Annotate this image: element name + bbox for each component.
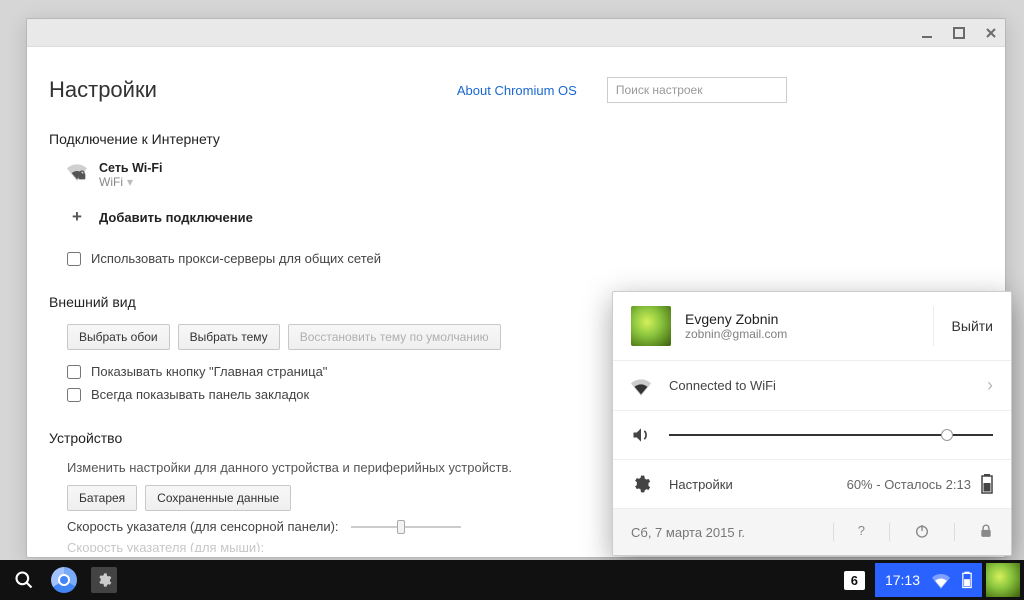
show-bookmarks-checkbox[interactable]: [67, 388, 81, 402]
avatar[interactable]: [631, 306, 671, 346]
tray-avatar[interactable]: [986, 563, 1020, 597]
show-home-label: Показывать кнопку "Главная страница": [91, 364, 327, 379]
proxy-checkbox[interactable]: [67, 252, 81, 266]
saved-data-button[interactable]: Сохраненные данные: [145, 485, 291, 511]
status-area[interactable]: 17:13: [875, 563, 982, 597]
mouse-speed-label: Скорость указателя (для мыши):: [67, 542, 264, 552]
section-internet-title: Подключение к Интернету: [49, 131, 983, 147]
settings-app-icon[interactable]: [84, 560, 124, 600]
reset-theme-button: Восстановить тему по умолчанию: [288, 324, 501, 350]
show-bookmarks-label: Всегда показывать панель закладок: [91, 387, 309, 402]
plus-icon: +: [67, 207, 87, 227]
lock-button[interactable]: [979, 523, 993, 541]
add-connection-row[interactable]: + Добавить подключение: [67, 207, 983, 227]
clock: 17:13: [885, 572, 920, 588]
wifi-tray-icon: [932, 571, 950, 589]
wifi-label: Сеть Wi-Fi: [99, 161, 163, 175]
volume-slider[interactable]: [669, 425, 993, 445]
chevron-down-icon: ▾: [127, 175, 133, 189]
minimize-button[interactable]: [921, 27, 933, 39]
wifi-icon: [631, 376, 651, 396]
wifi-sublabel: WiFi: [99, 175, 123, 189]
battery-icon: [981, 474, 993, 494]
page-title: Настройки: [49, 77, 157, 103]
wifi-network-row[interactable]: Сеть Wi-Fi WiFi ▾: [67, 161, 983, 189]
notification-badge[interactable]: 6: [844, 571, 865, 590]
shelf: 6 17:13: [0, 560, 1024, 600]
help-button[interactable]: ?: [858, 523, 865, 541]
chevron-right-icon: ›: [987, 375, 993, 396]
date-label: Сб, 7 марта 2015 г.: [631, 525, 745, 540]
maximize-button[interactable]: [953, 27, 965, 39]
gear-icon: [631, 474, 651, 494]
touchpad-speed-label: Скорость указателя (для сенсорной панели…: [67, 519, 339, 534]
settings-battery-row[interactable]: Настройки 60% - Осталось 2:13: [613, 460, 1011, 509]
launcher-search-button[interactable]: [4, 560, 44, 600]
battery-button[interactable]: Батарея: [67, 485, 137, 511]
touchpad-speed-slider[interactable]: [351, 520, 461, 534]
user-email: zobnin@gmail.com: [685, 327, 787, 341]
battery-tray-icon: [962, 571, 972, 589]
battery-pct: 60%: [847, 477, 873, 492]
battery-remaining: Осталось 2:13: [884, 477, 971, 492]
choose-theme-button[interactable]: Выбрать тему: [178, 324, 280, 350]
choose-wallpaper-button[interactable]: Выбрать обои: [67, 324, 170, 350]
volume-row: [613, 411, 1011, 460]
user-row: Evgeny Zobnin zobnin@gmail.com Выйти: [613, 292, 1011, 361]
wifi-status-label: Connected to WiFi: [669, 378, 776, 393]
wifi-status-row[interactable]: Connected to WiFi ›: [613, 361, 1011, 411]
add-connection-label: Добавить подключение: [99, 210, 253, 225]
settings-label: Настройки: [669, 477, 733, 492]
settings-search-input[interactable]: [607, 77, 787, 103]
popup-footer: Сб, 7 марта 2015 г. ?: [613, 509, 1011, 555]
power-button[interactable]: [914, 523, 930, 541]
system-tray-popup: Evgeny Zobnin zobnin@gmail.com Выйти Con…: [612, 291, 1012, 556]
logout-button[interactable]: Выйти: [933, 306, 993, 346]
volume-icon[interactable]: [631, 425, 651, 445]
close-button[interactable]: [985, 27, 997, 39]
proxy-label: Использовать прокси-серверы для общих се…: [91, 251, 381, 266]
window-titlebar: [27, 19, 1005, 47]
about-chromium-link[interactable]: About Chromium OS: [457, 83, 577, 98]
wifi-secure-icon: [67, 161, 87, 181]
show-home-checkbox[interactable]: [67, 365, 81, 379]
user-name: Evgeny Zobnin: [685, 311, 787, 327]
chromium-app-icon[interactable]: [44, 560, 84, 600]
